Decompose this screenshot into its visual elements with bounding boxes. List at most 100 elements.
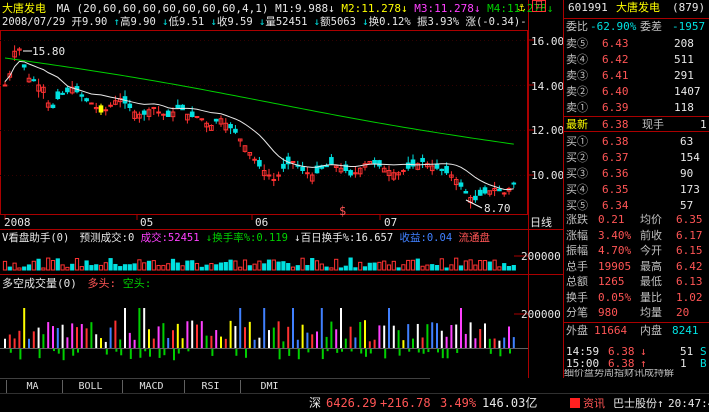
volume-bar (396, 267, 401, 271)
stat-label: 均量 (640, 306, 662, 319)
volume-bar (118, 266, 123, 271)
candle-body (180, 104, 185, 111)
stat-row: 总手 19905 最高 6.42 (564, 259, 709, 275)
price-axis-label: 10.00 (531, 169, 565, 182)
candle-body (266, 174, 272, 177)
volume-bar (190, 260, 195, 271)
volume-bar (454, 257, 459, 271)
tick-row: 15:00 6.38 ↑ 1 B (564, 356, 709, 372)
volume-bar (386, 264, 392, 271)
ticker-label[interactable]: 巴士股份↑ (613, 397, 664, 410)
bid-price: 6.36 (602, 167, 629, 180)
volume-bar (502, 263, 507, 271)
stat-label: 均价 (640, 213, 662, 226)
bid-volume: 90 (680, 167, 694, 180)
bid-label: 买① (566, 135, 588, 148)
volume-bar (468, 259, 473, 271)
candle-body (501, 192, 507, 195)
stat-value: 980 (598, 306, 618, 319)
market-amount: 146.03亿 (482, 396, 538, 410)
period-label[interactable]: 日线 (530, 216, 552, 229)
tab-boll[interactable]: BOLL (62, 380, 118, 393)
candle-body (156, 111, 161, 114)
ask-row: 卖③ 6.41 291 (564, 68, 709, 84)
volume-bar (362, 266, 368, 271)
candle-body (189, 111, 195, 117)
volume-bar (65, 266, 70, 271)
candle-body (444, 166, 449, 174)
stat-value: 3.40% (598, 228, 632, 242)
tab-dmi[interactable]: DMI (240, 380, 298, 393)
ma-params: MA (20,60,60,60,60,60,60,60,4,1) (56, 2, 269, 15)
bid-price: 6.35 (602, 183, 629, 196)
candle-body (194, 116, 200, 118)
low-leader (465, 199, 483, 209)
stat-value: 1265 (598, 275, 625, 288)
volume-bar (166, 263, 171, 271)
volume-bar (434, 265, 440, 271)
tick-flag: B (700, 357, 707, 370)
volume-bar (506, 266, 512, 271)
index-value: 6426.29 (326, 396, 377, 410)
candle-body (271, 179, 277, 181)
tab-ma[interactable]: MA (6, 380, 58, 393)
anchor-icon[interactable]: ⚓ (518, 1, 525, 14)
volume-bar (305, 265, 310, 271)
ask-volume: 511 (674, 53, 694, 66)
index-change: +216.78 (380, 396, 431, 410)
indicator2-axis: 200000 (521, 308, 561, 321)
chart-area[interactable]: 大唐发电 MA (20,60,60,60,60,60,60,60,4,1) M1… (0, 0, 565, 378)
volume-bar (238, 266, 243, 271)
stock-number: (879) (672, 1, 706, 14)
volume-bar (247, 265, 252, 271)
volume-bar (74, 258, 80, 271)
ask-price: 6.39 (602, 101, 629, 114)
bid-label: 买③ (566, 167, 588, 180)
outer-label: 外盘 (566, 324, 588, 337)
candle-body (141, 110, 147, 115)
stat-label: 量比 (640, 290, 662, 304)
stat-value: 6.15 (676, 244, 703, 257)
stat-label: 总手 (566, 259, 588, 273)
volume-bar (492, 259, 497, 271)
candle-body (103, 109, 109, 112)
bid-volume: 173 (680, 183, 700, 196)
price-axis-label: 14.00 (531, 80, 565, 93)
volume-bar (300, 257, 305, 271)
volume-bar (113, 263, 118, 271)
tab-macd[interactable]: MACD (122, 380, 180, 393)
high-value: 高9.90 (120, 16, 156, 28)
volume-bar (334, 258, 339, 271)
tab-rsi[interactable]: RSI (184, 380, 236, 393)
volume-bar (223, 262, 228, 271)
volume-bar (108, 258, 113, 271)
volume-bar (439, 258, 444, 271)
volume-bar (377, 261, 382, 271)
news-icon[interactable] (570, 398, 580, 408)
candle-body (79, 94, 85, 97)
volume-bar (319, 263, 324, 271)
chart-canvas[interactable] (0, 0, 563, 378)
clock: 20:47:41 (668, 397, 709, 410)
volume-bar (103, 262, 108, 271)
volume-bar (146, 260, 152, 271)
volume-bar (242, 259, 248, 271)
stock-terminal: 大唐发电 MA (20,60,60,60,60,60,60,60,4,1) M1… (0, 0, 709, 412)
candle-body (348, 170, 353, 176)
volume-bar (79, 266, 84, 271)
volume-bar (401, 264, 406, 271)
stock-code: 601991 (568, 1, 608, 14)
news-label[interactable]: 资讯 (583, 397, 605, 410)
tick-price: 6.38 (608, 357, 635, 370)
volume-bar (271, 259, 276, 271)
indicator1-title: V看盘助手(0) 预测成交:0 成交:52451 ↓换手率%:0.119 ↓百日… (2, 232, 490, 245)
page-icon[interactable]: 日 (532, 0, 546, 12)
volume-bar (324, 266, 329, 271)
candle-body (473, 195, 478, 201)
ask-volume: 1407 (674, 85, 701, 98)
volume-bar (252, 263, 257, 271)
volume-bar (281, 261, 286, 271)
volume-bar (458, 265, 464, 271)
stat-value: 6.35 (676, 213, 703, 226)
open-value: 开9.90 (71, 16, 108, 28)
